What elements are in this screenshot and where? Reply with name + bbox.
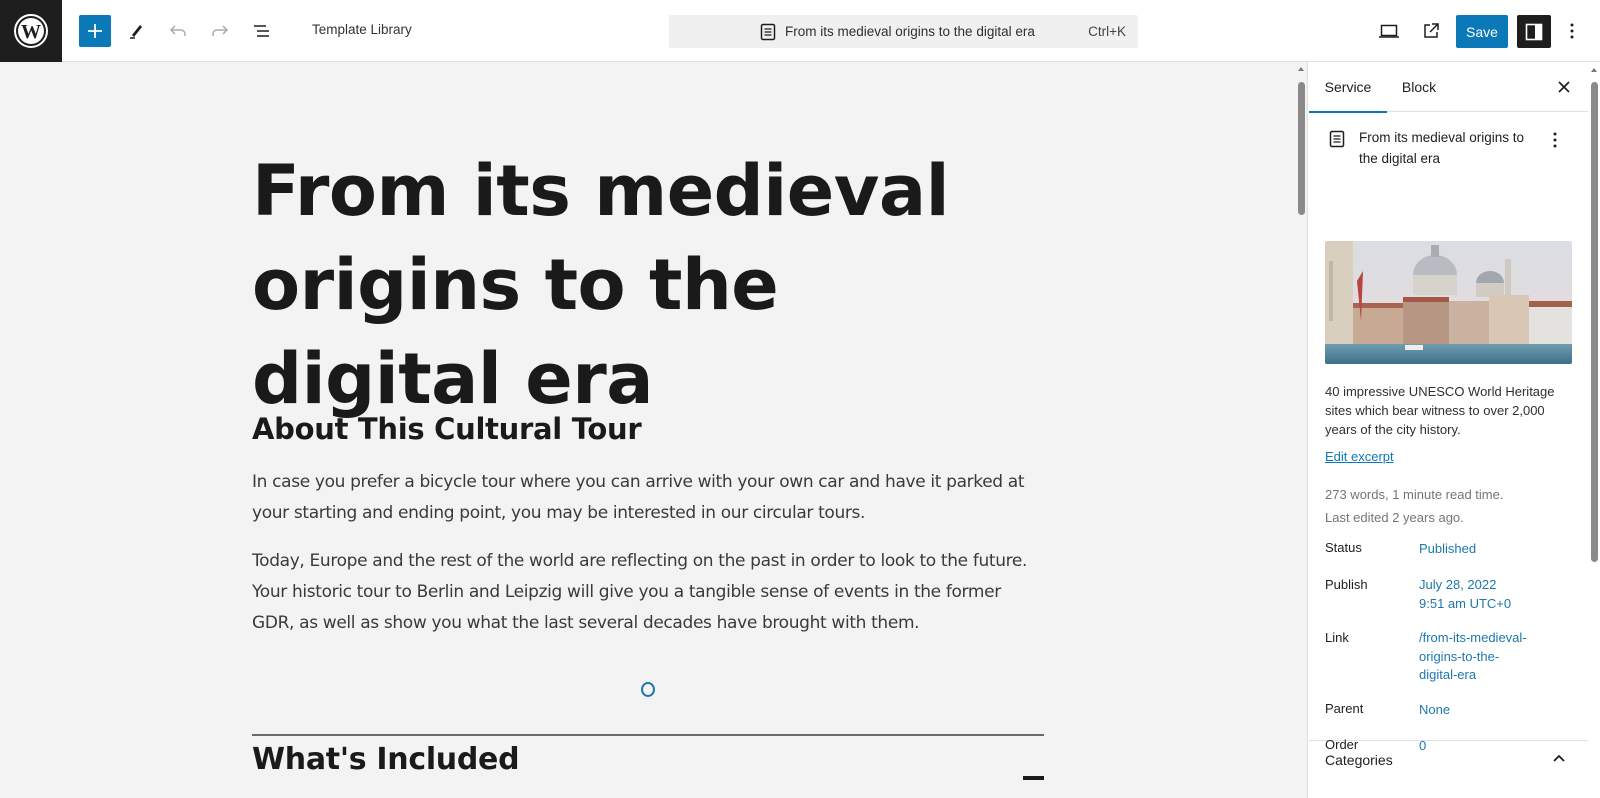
close-sidebar-button[interactable] bbox=[1553, 76, 1575, 98]
more-vertical-icon bbox=[1553, 132, 1557, 148]
separator bbox=[252, 734, 1044, 736]
list-view-icon bbox=[254, 25, 269, 37]
parent-label: Parent bbox=[1325, 701, 1364, 716]
parent-value[interactable]: None bbox=[1419, 701, 1569, 720]
last-edited: Last edited 2 years ago. bbox=[1325, 510, 1464, 525]
post-excerpt: 40 impressive UNESCO World Heritage site… bbox=[1325, 384, 1555, 437]
undo-button[interactable] bbox=[162, 15, 194, 47]
editor-header: W Template Library From its medieval ori… bbox=[0, 0, 1600, 62]
permalink-line: origins-to-the- bbox=[1419, 648, 1500, 664]
status-label: Status bbox=[1325, 540, 1362, 555]
sidebar-toggle-icon bbox=[1525, 23, 1543, 40]
pencil-icon bbox=[130, 25, 142, 39]
add-block-button[interactable] bbox=[79, 15, 111, 47]
more-vertical-icon bbox=[1570, 23, 1574, 39]
redo-icon bbox=[212, 25, 229, 36]
featured-image[interactable] bbox=[1325, 241, 1572, 364]
tools-button[interactable] bbox=[120, 15, 152, 47]
keyboard-shortcut: Ctrl+K bbox=[1088, 24, 1126, 39]
permalink-line: /from-its-medieval- bbox=[1419, 630, 1527, 645]
heading-about[interactable]: About This Cultural Tour bbox=[252, 412, 642, 446]
document-overview-button[interactable] bbox=[246, 15, 278, 47]
wordpress-logo-button[interactable]: W bbox=[0, 0, 62, 62]
publish-date-button[interactable]: July 28, 2022 9:51 am UTC+0 bbox=[1419, 576, 1569, 613]
categories-panel-toggle[interactable]: Categories bbox=[1309, 742, 1590, 798]
view-post-button[interactable] bbox=[1415, 15, 1447, 47]
link-label: Link bbox=[1325, 630, 1349, 645]
venice-image bbox=[1325, 241, 1572, 364]
template-title: Template Library bbox=[312, 22, 412, 37]
options-button[interactable] bbox=[1560, 15, 1584, 47]
tab-block[interactable]: Block bbox=[1389, 62, 1449, 112]
redo-button[interactable] bbox=[204, 15, 236, 47]
minus-icon[interactable] bbox=[1023, 776, 1044, 780]
document-title: From its medieval origins to the digital… bbox=[785, 24, 1035, 39]
scroll-up-icon[interactable] bbox=[1298, 67, 1304, 71]
wordpress-logo-icon: W bbox=[14, 14, 48, 48]
desktop-icon bbox=[1379, 24, 1399, 38]
scroll-up-icon[interactable] bbox=[1591, 68, 1597, 72]
post-actions-button[interactable] bbox=[1545, 129, 1565, 151]
status-value[interactable]: Published bbox=[1419, 540, 1569, 559]
word-count: 273 words, 1 minute read time. bbox=[1325, 487, 1504, 502]
editor-canvas[interactable]: From its medieval origins to the digital… bbox=[0, 62, 1295, 798]
heading-included[interactable]: What's Included bbox=[252, 742, 520, 777]
spinner-icon bbox=[641, 682, 655, 697]
undo-icon bbox=[169, 25, 186, 36]
paragraph[interactable]: Today, Europe and the rest of the world … bbox=[252, 546, 1044, 639]
sidebar-tabs: Service Block bbox=[1309, 62, 1590, 113]
plus-icon bbox=[88, 24, 102, 38]
sidebar-scrollbar[interactable] bbox=[1588, 62, 1600, 798]
save-button[interactable]: Save bbox=[1456, 15, 1508, 48]
post-meta-info: 273 words, 1 minute read time. Last edit… bbox=[1325, 483, 1503, 529]
settings-sidebar: Service Block From its medieval origins … bbox=[1309, 62, 1590, 798]
permalink-line: digital-era bbox=[1419, 667, 1477, 682]
publish-date: July 28, 2022 bbox=[1419, 577, 1497, 592]
command-palette-button[interactable]: From its medieval origins to the digital… bbox=[669, 15, 1138, 48]
categories-label: Categories bbox=[1325, 752, 1393, 768]
view-button[interactable] bbox=[1373, 15, 1405, 47]
publish-label: Publish bbox=[1325, 577, 1368, 592]
chevron-up-icon bbox=[1553, 754, 1565, 762]
document-icon bbox=[760, 23, 776, 41]
publish-time: 9:51 am UTC+0 bbox=[1419, 595, 1512, 611]
canvas-scrollbar[interactable] bbox=[1295, 62, 1308, 798]
post-card-title: From its medieval origins to the digital… bbox=[1359, 130, 1525, 166]
post-title[interactable]: From its medieval origins to the digital… bbox=[252, 144, 1044, 426]
post-summary-panel: From its medieval origins to the digital… bbox=[1309, 113, 1590, 753]
document-icon bbox=[1329, 130, 1345, 148]
external-link-icon bbox=[1424, 23, 1439, 38]
tab-service[interactable]: Service bbox=[1309, 62, 1387, 113]
close-icon bbox=[1558, 81, 1570, 93]
settings-toggle-button[interactable] bbox=[1517, 15, 1551, 48]
svg-text:W: W bbox=[21, 21, 41, 43]
scrollbar-thumb[interactable] bbox=[1298, 82, 1305, 215]
edit-excerpt-link[interactable]: Edit excerpt bbox=[1325, 449, 1394, 464]
paragraph[interactable]: In case you prefer a bicycle tour where … bbox=[252, 467, 1044, 529]
scrollbar-thumb[interactable] bbox=[1591, 82, 1598, 562]
permalink-value[interactable]: /from-its-medieval- origins-to-the- digi… bbox=[1419, 629, 1544, 685]
